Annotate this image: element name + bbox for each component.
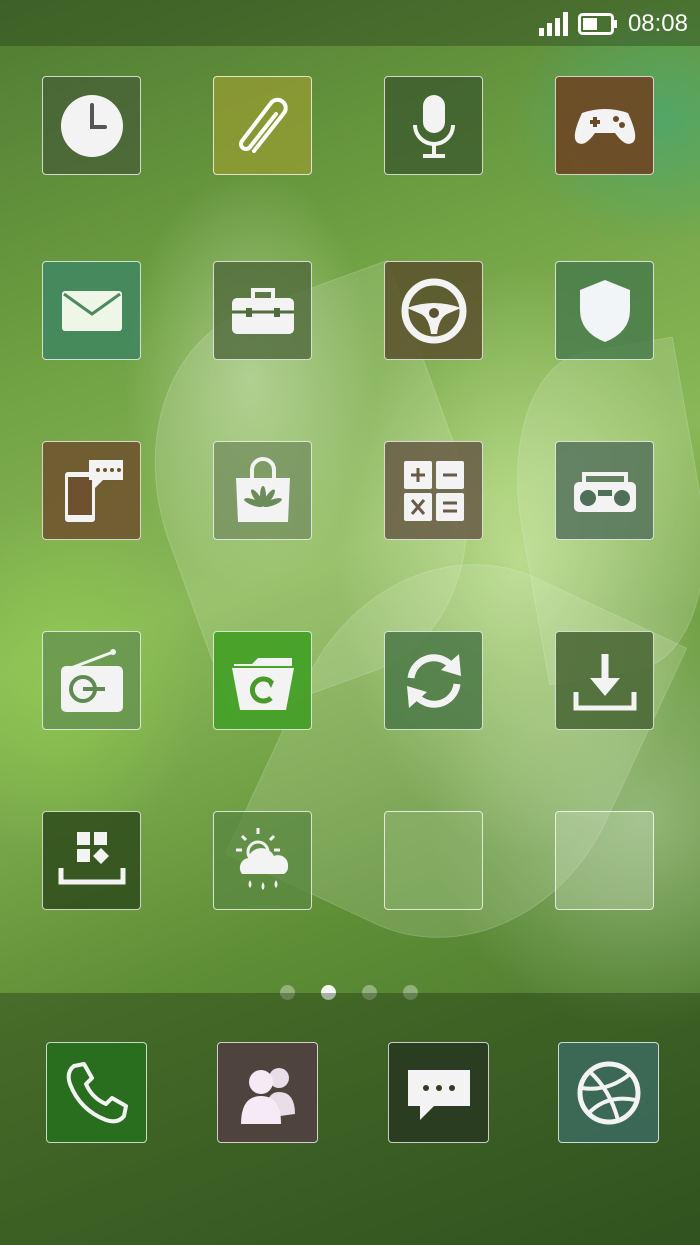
app-installer-icon (58, 831, 125, 884)
folder-refresh-icon (231, 657, 294, 710)
calculator-app-icon[interactable] (384, 441, 483, 540)
sms-phone-app-icon[interactable] (42, 441, 141, 540)
recorder-app-icon[interactable] (384, 76, 483, 175)
boombox-icon (573, 471, 636, 512)
people-icon (240, 1067, 295, 1124)
shopping-bag-icon (235, 456, 290, 522)
empty-slot (555, 811, 654, 910)
clock-app-icon[interactable] (42, 76, 141, 175)
phone-handset-icon (66, 1061, 128, 1123)
contacts-app-icon[interactable] (217, 1042, 318, 1143)
envelope-icon (61, 290, 122, 331)
phone-app-icon[interactable] (46, 1042, 147, 1143)
download-icon (573, 653, 636, 710)
app-store-icon[interactable] (213, 441, 312, 540)
dribbble-icon (577, 1061, 640, 1124)
themes-app-icon[interactable] (42, 811, 141, 910)
paperclip-icon (238, 97, 288, 153)
empty-slot (384, 811, 483, 910)
weather-app-icon[interactable] (213, 811, 312, 910)
toolbox-app-icon[interactable] (213, 261, 312, 360)
mail-app-icon[interactable] (42, 261, 141, 360)
sync-app-icon[interactable] (384, 631, 483, 730)
phone-chat-icon (64, 459, 123, 522)
signal-icon (538, 12, 568, 36)
file-manager-app-icon[interactable] (213, 631, 312, 730)
toolbox-icon (231, 287, 294, 334)
dribbble-app-icon[interactable] (558, 1042, 659, 1143)
weather-icon (235, 827, 288, 890)
sync-icon (406, 653, 461, 708)
security-app-icon[interactable] (555, 261, 654, 360)
drive-mode-app-icon[interactable] (384, 261, 483, 360)
shield-icon (579, 279, 630, 342)
gamepad-icon (574, 108, 635, 144)
status-bar: 08:08 (0, 0, 700, 46)
radio-player-app-icon[interactable] (555, 441, 654, 540)
clock-icon (60, 94, 123, 157)
steering-wheel-icon (401, 278, 466, 343)
messages-app-icon[interactable] (388, 1042, 489, 1143)
chat-bubble-icon (407, 1069, 470, 1120)
attachment-app-icon[interactable] (213, 76, 312, 175)
calculator-icon (403, 460, 464, 521)
radio-icon (60, 648, 123, 712)
fm-radio-app-icon[interactable] (42, 631, 141, 730)
microphone-icon (412, 94, 455, 158)
battery-icon (577, 13, 617, 35)
status-clock: 08:08 (627, 10, 688, 37)
download-app-icon[interactable] (555, 631, 654, 730)
games-app-icon[interactable] (555, 76, 654, 175)
